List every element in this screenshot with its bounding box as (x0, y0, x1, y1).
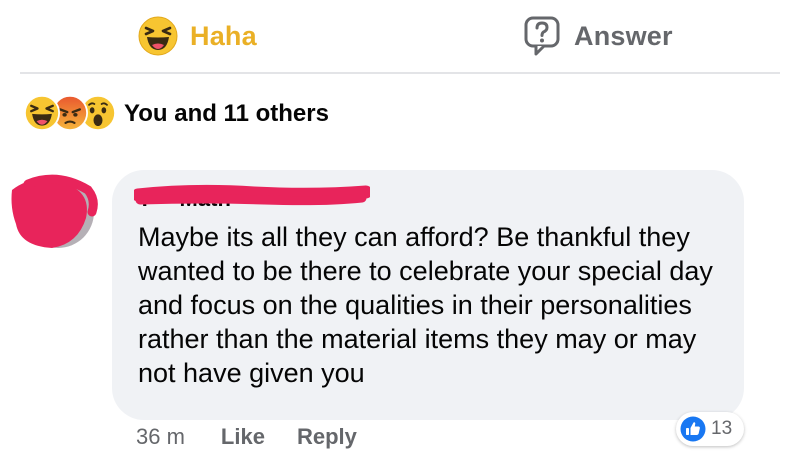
answer-button[interactable]: Answer (524, 14, 673, 58)
action-bar: Haha Answer (0, 0, 800, 74)
reply-button[interactable]: Reply (297, 424, 357, 450)
like-button[interactable]: Like (221, 424, 265, 450)
comment-text: Maybe its all they can afford? Be thankf… (138, 222, 713, 388)
haha-icon (138, 16, 178, 56)
haha-label: Haha (190, 20, 257, 51)
comment-bubble: T— Math Maybe its all they can afford? B… (112, 170, 744, 420)
haha-button[interactable]: Haha (138, 14, 257, 58)
redaction-mark (134, 184, 370, 206)
avatar[interactable] (8, 168, 100, 254)
reactions-summary[interactable]: You and 11 others (24, 93, 329, 135)
reactions-summary-text: You and 11 others (124, 100, 329, 127)
haha-icon (24, 95, 60, 131)
like-count-badge[interactable]: 13 (676, 412, 744, 446)
answer-label: Answer (574, 20, 673, 51)
comment-timestamp[interactable]: 36 m (136, 424, 185, 450)
reaction-icons (24, 95, 120, 133)
comment-footer: 36 m Like Reply (136, 424, 389, 450)
question-bubble-icon (524, 16, 560, 56)
divider (20, 72, 780, 74)
thumbs-up-icon (680, 416, 706, 442)
like-count: 13 (711, 418, 733, 439)
